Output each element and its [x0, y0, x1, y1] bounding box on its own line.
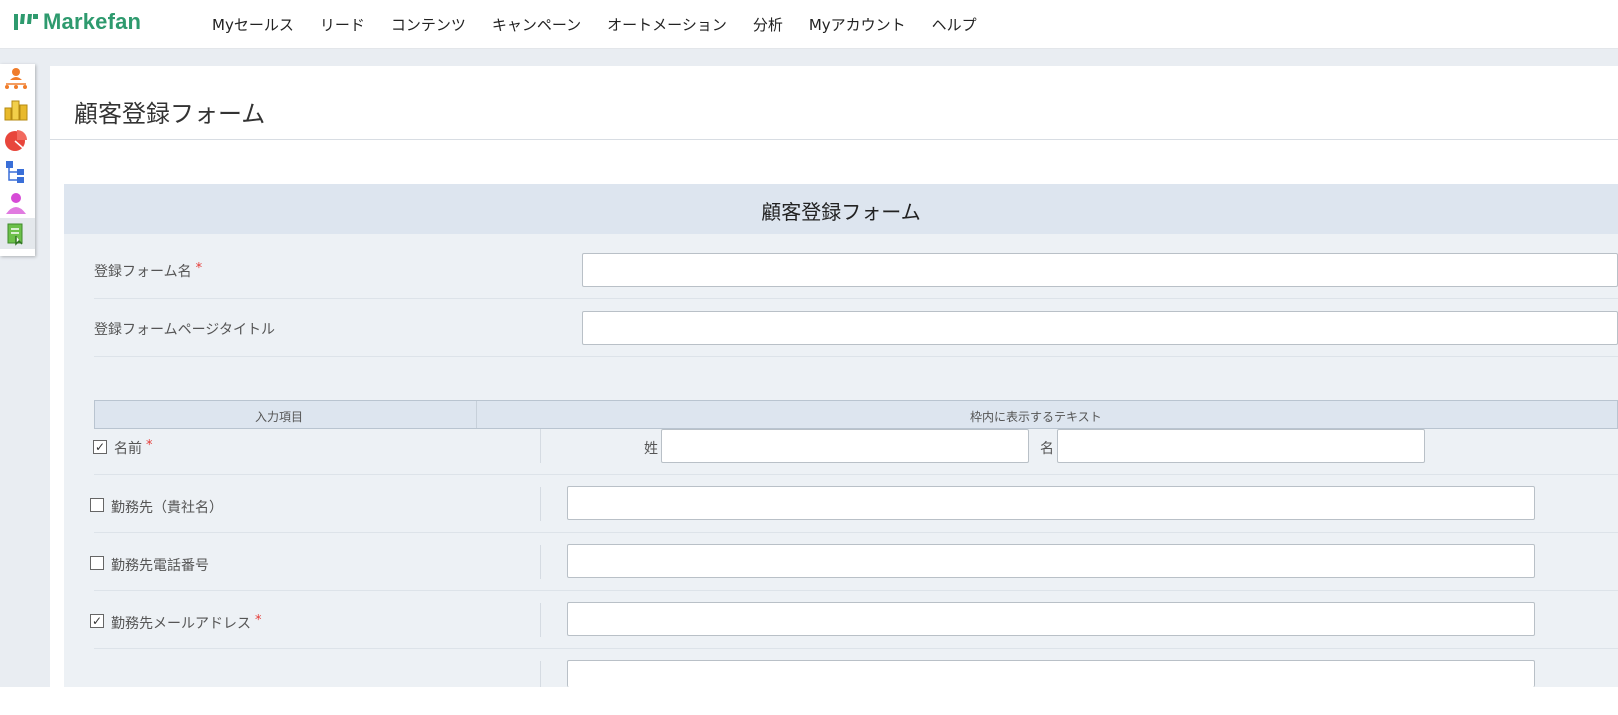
customer-registration-form: 顧客登録フォーム 登録フォーム名 * 登録フォームページタイトル 入力項目 枠内に…: [64, 184, 1618, 687]
divider: [94, 532, 1618, 533]
row-divider: [540, 487, 541, 521]
nav-item-my-account[interactable]: Myアカウント: [809, 14, 906, 35]
field-label-name-text: 名前: [114, 441, 142, 457]
nav-item-my-sales[interactable]: Myセールス: [212, 14, 294, 35]
next-row-placeholder-input[interactable]: [567, 660, 1535, 687]
form-header: 顧客登録フォーム: [64, 184, 1618, 234]
name-checkbox[interactable]: ✓: [93, 440, 107, 454]
top-navigation-bar: Markefan Myセールス リード コンテンツ キャンペーン オートメーショ…: [0, 0, 1618, 49]
company-email-checkbox[interactable]: ✓: [90, 614, 104, 628]
required-mark: *: [195, 261, 203, 276]
row-divider: [540, 603, 541, 637]
pie-chart-icon[interactable]: [3, 127, 29, 153]
main-nav: Myセールス リード コンテンツ キャンペーン オートメーション 分析 Myアカ…: [212, 0, 1003, 48]
nav-item-automation[interactable]: オートメーション: [607, 14, 727, 35]
form-name-label-text: 登録フォーム名: [94, 264, 192, 280]
nav-item-leads[interactable]: リード: [320, 14, 365, 35]
divider: [94, 298, 1618, 299]
tree-icon[interactable]: [3, 159, 29, 185]
column-divider: [476, 401, 477, 428]
column-header-input-item: 入力項目: [255, 410, 304, 424]
field-label-name: 名前 *: [114, 438, 153, 458]
company-phone-checkbox[interactable]: [90, 556, 104, 570]
field-label-company-email: 勤務先メールアドレス *: [111, 613, 262, 633]
row-divider: [540, 429, 541, 463]
required-mark: *: [146, 438, 153, 453]
company-placeholder-input[interactable]: [567, 486, 1535, 520]
form-name-label: 登録フォーム名 *: [94, 261, 202, 281]
bar-chart-icon[interactable]: [3, 96, 29, 122]
first-name-input[interactable]: [1057, 429, 1425, 463]
first-name-label: 名: [1040, 441, 1054, 457]
sidebar: [0, 64, 35, 256]
field-label-company: 勤務先（貴社名）: [111, 500, 223, 516]
required-mark: *: [255, 613, 262, 628]
form-header-title: 顧客登録フォーム: [761, 200, 921, 224]
company-checkbox[interactable]: [90, 498, 104, 512]
last-name-label: 姓: [644, 441, 658, 457]
form-page-title-label: 登録フォームページタイトル: [94, 322, 276, 338]
field-label-company-phone: 勤務先電話番号: [111, 558, 209, 574]
divider: [94, 356, 1618, 357]
nav-item-help[interactable]: ヘルプ: [932, 14, 977, 35]
divider: [94, 590, 1618, 591]
row-divider: [540, 545, 541, 579]
form-page-title-input[interactable]: [582, 311, 1618, 345]
nav-item-contents[interactable]: コンテンツ: [391, 14, 466, 35]
column-header-placeholder-text: 枠内に表示するテキスト: [970, 410, 1102, 424]
logo-mark-icon: [14, 14, 38, 30]
fields-table-header: 入力項目 枠内に表示するテキスト: [94, 400, 1618, 429]
company-email-placeholder-input[interactable]: [567, 602, 1535, 636]
bottom-strip: [0, 687, 1618, 715]
divider: [94, 474, 1618, 475]
nav-item-analytics[interactable]: 分析: [753, 14, 783, 35]
org-chart-icon[interactable]: [3, 65, 29, 91]
field-label-company-email-text: 勤務先メールアドレス: [111, 616, 251, 632]
company-phone-placeholder-input[interactable]: [567, 544, 1535, 578]
user-icon[interactable]: [3, 190, 29, 216]
last-name-input[interactable]: [661, 429, 1029, 463]
markefan-logo[interactable]: Markefan: [13, 9, 141, 35]
page-title-bar: 顧客登録フォーム: [50, 66, 1618, 140]
nav-item-campaigns[interactable]: キャンペーン: [492, 14, 581, 35]
row-divider: [540, 661, 541, 687]
form-document-icon[interactable]: [3, 221, 29, 247]
logo-text: Markefan: [43, 9, 142, 34]
page-title: 顧客登録フォーム: [74, 100, 266, 128]
divider: [94, 648, 1618, 649]
form-name-input[interactable]: [582, 253, 1618, 287]
